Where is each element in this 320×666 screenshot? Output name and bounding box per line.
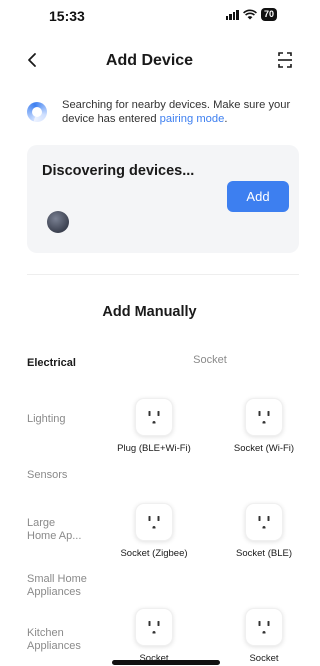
plug-icon (245, 608, 283, 646)
status-icons: 70 (225, 8, 277, 21)
discovered-device-icon[interactable] (47, 211, 69, 233)
nav-bar: Add Device (0, 44, 299, 78)
category-large-home-appliances[interactable]: Large Home Ap... (27, 517, 87, 543)
wifi-icon (243, 9, 257, 20)
category-sensors[interactable]: Sensors (27, 469, 107, 482)
plug-icon (135, 398, 173, 436)
plug-icon (245, 503, 283, 541)
plug-icon (135, 608, 173, 646)
add-button[interactable]: Add (227, 181, 289, 212)
device-label: Plug (BLE+Wi-Fi) (117, 443, 191, 454)
battery-icon: 70 (260, 8, 277, 21)
discover-card: Discovering devices... Add (27, 145, 299, 253)
home-indicator[interactable] (112, 660, 220, 665)
device-plug-ble-wifi[interactable]: Plug (BLE+Wi-Fi) (114, 398, 194, 455)
device-label: Socket (BLE) (236, 548, 292, 559)
category-lighting[interactable]: Lighting (27, 413, 107, 426)
device-label: Socket (249, 653, 279, 664)
device-socket-zigbee[interactable]: Socket (Zigbee) (114, 503, 194, 560)
plug-icon (245, 398, 283, 436)
pairing-mode-link[interactable]: pairing mode (160, 113, 225, 125)
subcategory-socket: Socket (193, 354, 227, 366)
device-socket-ble[interactable]: Socket (BLE) (224, 503, 304, 560)
device-label: Socket (Wi-Fi) (233, 443, 295, 454)
category-small-home-appliances[interactable]: Small Home Appliances (27, 573, 99, 599)
search-status-text: Searching for nearby devices. Make sure … (62, 99, 291, 125)
cellular-signal-icon (225, 9, 239, 20)
loading-spinner-icon (27, 102, 47, 122)
category-electrical[interactable]: Electrical (27, 357, 107, 370)
page-title: Add Device (105, 52, 194, 69)
device-socket[interactable]: Socket (224, 608, 304, 665)
search-status-row: Searching for nearby devices. Make sure … (27, 98, 292, 126)
divider (27, 274, 299, 275)
scan-icon[interactable] (275, 49, 295, 71)
device-label: Socket (Zigbee) (120, 548, 188, 559)
category-kitchen-appliances[interactable]: Kitchen Appliances (27, 627, 87, 653)
status-bar: 15:33 70 (0, 0, 299, 34)
status-time: 15:33 (49, 8, 85, 24)
device-socket-wifi[interactable]: Socket (Wi-Fi) (224, 398, 304, 455)
device-socket[interactable]: Socket (114, 608, 194, 665)
discover-title: Discovering devices... (42, 163, 195, 179)
plug-icon (135, 503, 173, 541)
add-manually-title: Add Manually (102, 304, 197, 320)
